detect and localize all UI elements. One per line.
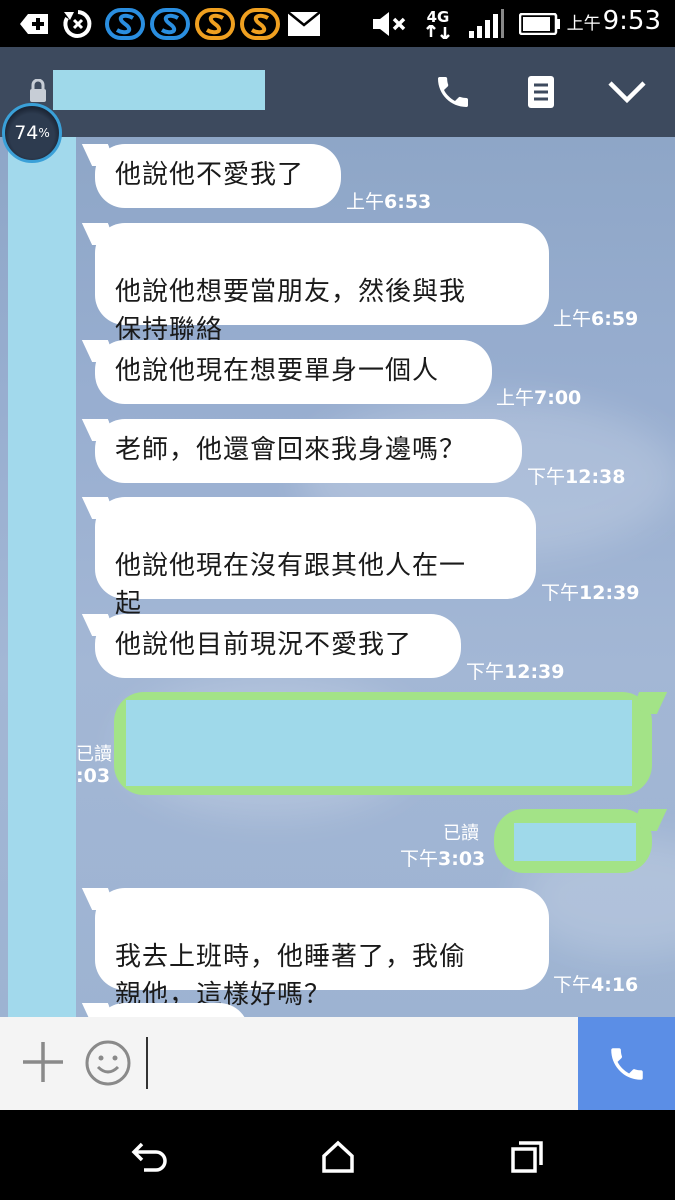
message-bubble[interactable]: 老師，他還會回來我身邊嗎？ [95,419,522,483]
message-text: 他說他現在沒有跟其他人在一 起 [115,551,467,619]
mute-icon [370,8,408,40]
read-receipt: 已讀 [76,744,112,765]
s-app-icon-orange [240,8,280,40]
phone-icon [610,1047,643,1080]
chevron-down-icon[interactable] [604,69,650,115]
message-time: 下午12:38 [527,466,626,488]
message-bubble[interactable]: 我去上班時，他睡著了，我偷 親他，這樣好嗎？ [95,888,549,1010]
sent-message-bubble[interactable] [114,692,652,795]
message-time: 下午12:39 [541,582,640,604]
status-bar: 4G 上午 9:53 [0,0,675,47]
sent-message-bubble[interactable] [494,809,652,873]
avatar-redacted[interactable] [8,137,76,1017]
message-time: 上午6:59 [553,308,639,330]
sent-message-redacted [126,700,632,786]
battery-percentage-badge: 74% [2,103,62,163]
message-bubble-partial[interactable] [95,1003,249,1017]
message-bubble[interactable]: 他說他不愛我了 [95,144,341,208]
contact-name-redacted[interactable] [53,70,265,110]
call-button[interactable] [578,1017,675,1110]
add-box-icon [16,8,52,40]
4g-icon: 4G [420,8,456,40]
signal-icon [466,8,506,40]
back-icon[interactable] [128,1135,172,1179]
message-text: 老師，他還會回來我身邊嗎？ [115,435,467,465]
recents-icon[interactable] [505,1135,549,1179]
message-input[interactable] [146,1037,566,1089]
mail-icon [286,8,322,40]
s-app-icon-orange [195,8,235,40]
message-text: 他說他不愛我了 [115,160,305,190]
input-bar [0,1017,675,1110]
message-bubble[interactable]: 他說他目前現況不愛我了 [95,614,461,678]
plus-icon[interactable] [20,1039,66,1085]
message-bubble[interactable]: 他說他現在想要單身一個人 [95,340,492,404]
message-text: 他說他想要當朋友，然後與我 保持聯絡 [115,277,467,345]
message-time: :03 [76,765,111,787]
clock: 上午 9:53 [566,6,661,36]
message-time: 下午12:39 [466,661,565,683]
message-time: 上午6:53 [346,191,432,213]
phone-icon[interactable] [430,69,476,115]
s-app-icon-blue [105,8,145,40]
message-time: 下午3:03 [400,848,486,870]
emoji-icon[interactable] [84,1039,132,1087]
sent-message-redacted [514,823,636,861]
message-text: 我去上班時，他睡著了，我偷 親他，這樣好嗎？ [115,942,467,1010]
s-app-icon-blue [150,8,190,40]
message-time: 上午7:00 [496,387,582,409]
home-icon[interactable] [316,1135,360,1179]
notes-icon[interactable] [518,69,564,115]
battery-icon [518,8,562,40]
chat-area[interactable]: 他說他不愛我了 上午6:53 他說他想要當朋友，然後與我 保持聯絡 上午6:59… [0,137,675,1017]
chat-header [0,47,675,137]
message-text: 他說他目前現況不愛我了 [115,630,413,660]
message-bubble[interactable]: 他說他現在沒有跟其他人在一 起 [95,497,536,619]
message-bubble[interactable]: 他說他想要當朋友，然後與我 保持聯絡 [95,223,549,345]
message-time: 下午4:16 [553,974,639,996]
sync-icon [60,8,96,40]
read-receipt: 已讀 [443,823,479,844]
navigation-bar [0,1110,675,1200]
message-text: 他說他現在想要單身一個人 [115,356,440,386]
